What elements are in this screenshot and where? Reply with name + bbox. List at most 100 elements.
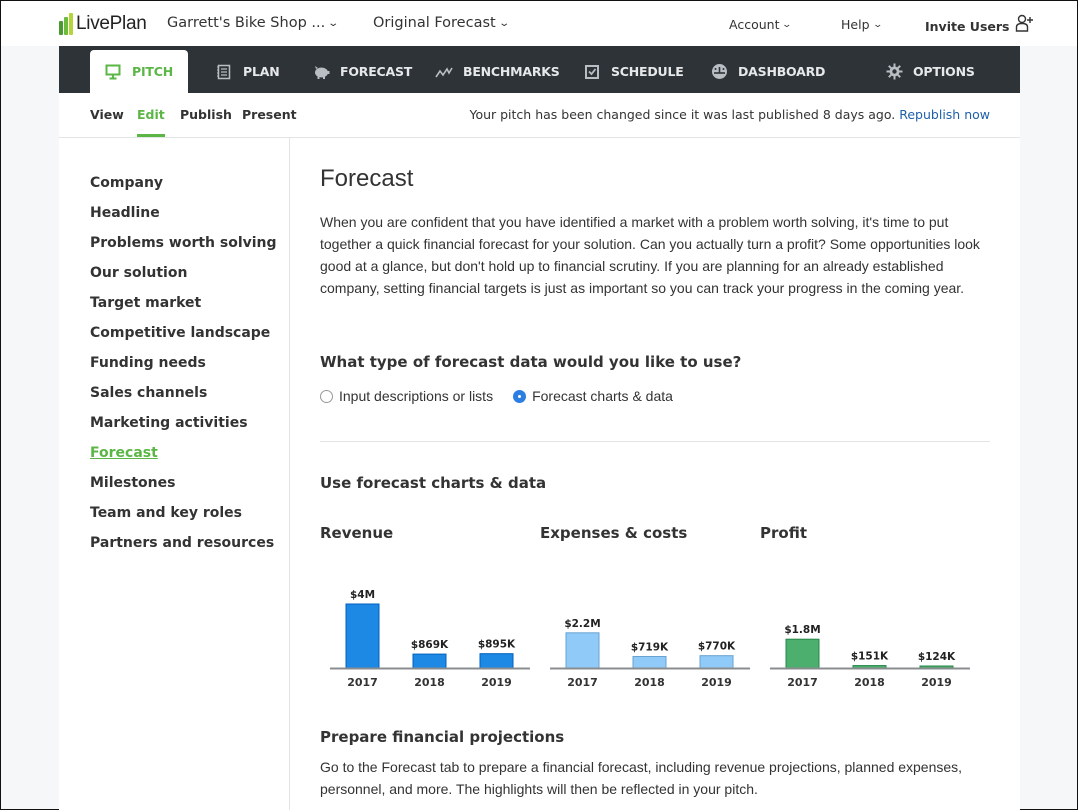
- x-tick-label: 2017: [787, 676, 818, 689]
- account-menu[interactable]: Account ⌄: [729, 17, 793, 32]
- nav-tab-schedule[interactable]: SCHEDULE: [583, 50, 684, 93]
- gauge-icon: [710, 63, 728, 81]
- nav-tab-label: PLAN: [243, 64, 280, 79]
- radio-forecast-charts[interactable]: [513, 389, 527, 403]
- x-tick-label: 2018: [414, 676, 445, 689]
- page-title: Forecast: [320, 165, 414, 192]
- radio-label[interactable]: Forecast charts & data: [532, 388, 673, 404]
- nav-tab-pitch[interactable]: PITCH: [90, 50, 188, 93]
- x-tick-label: 2018: [634, 676, 665, 689]
- bar-chart-svg: $1.8M 2017 $151K 2018 $124K 2019: [770, 624, 970, 689]
- nav-tab-label: BENCHMARKS: [463, 64, 560, 79]
- sidebar-item-partners[interactable]: Partners and resources: [90, 535, 274, 551]
- nav-tab-label: SCHEDULE: [611, 64, 684, 79]
- sidebar-item-team[interactable]: Team and key roles: [90, 505, 242, 521]
- business-selector[interactable]: Garrett's Bike Shop ... ⌄: [167, 15, 339, 31]
- profit-chart: $1.8M 2017 $151K 2018 $124K 2019: [770, 568, 970, 698]
- bar-2017: [785, 638, 820, 669]
- bar-value-label: $151K: [851, 651, 889, 663]
- chevron-down-icon: ⌄: [781, 19, 793, 30]
- section-divider: [320, 441, 990, 442]
- forecast-type-question: What type of forecast data would you lik…: [320, 353, 742, 371]
- x-tick-label: 2019: [921, 676, 952, 689]
- piggy-bank-icon: [312, 63, 330, 81]
- help-label: Help: [841, 17, 870, 32]
- revenue-chart: $4M 2017 $869K 2018 $895K 2019: [330, 568, 530, 698]
- sidebar-item-sales-channels[interactable]: Sales channels: [90, 385, 207, 401]
- revenue-chart-title: Revenue: [320, 524, 394, 542]
- bar-2019: [699, 655, 734, 669]
- sidebar-item-problems[interactable]: Problems worth solving: [90, 235, 277, 251]
- subtab-present[interactable]: Present: [242, 107, 297, 122]
- charts-section-heading: Use forecast charts & data: [320, 474, 547, 492]
- bar-value-label: $719K: [631, 641, 669, 653]
- main-nav: PITCH PLAN FORECAST BENCHMARKS SCHEDULE …: [59, 46, 1020, 93]
- chevron-down-icon: ⌄: [498, 17, 510, 29]
- sidebar-item-headline[interactable]: Headline: [90, 205, 160, 221]
- nav-tab-benchmarks[interactable]: BENCHMARKS: [435, 50, 560, 93]
- bar-2017: [565, 632, 600, 669]
- nav-tab-plan[interactable]: PLAN: [215, 50, 280, 93]
- chevron-down-icon: ⌄: [871, 19, 883, 30]
- trend-line-icon: [435, 63, 453, 81]
- bar-value-label: $4M: [350, 589, 375, 601]
- radio-input-descriptions[interactable]: [320, 389, 333, 403]
- bar-chart-svg: $4M 2017 $869K 2018 $895K 2019: [330, 589, 530, 689]
- bar-chart-svg: $2.2M 2017 $719K 2018 $770K 2019: [550, 618, 750, 689]
- prepare-heading: Prepare financial projections: [320, 728, 565, 746]
- sidebar-item-forecast[interactable]: Forecast: [90, 445, 158, 461]
- bar-2017: [345, 603, 380, 669]
- forecast-selector[interactable]: Original Forecast ⌄: [373, 15, 510, 31]
- prepare-paragraph: Go to the Forecast tab to prepare a fina…: [320, 759, 963, 797]
- nav-tab-forecast[interactable]: FORECAST: [312, 50, 412, 93]
- expenses-chart-title: Expenses & costs: [540, 524, 688, 542]
- bar-2018: [632, 655, 667, 669]
- x-tick-label: 2017: [347, 676, 378, 689]
- help-menu[interactable]: Help ⌄: [841, 17, 883, 32]
- nav-tab-dashboard[interactable]: DASHBOARD: [710, 50, 825, 93]
- sidebar-item-milestones[interactable]: Milestones: [90, 475, 175, 491]
- republish-now-link[interactable]: Republish now: [899, 107, 990, 122]
- subtab-edit[interactable]: Edit: [137, 107, 165, 137]
- content-area: View Edit Publish Present Your pitch has…: [59, 93, 1020, 810]
- top-bar: LivePlan Garrett's Bike Shop ... ⌄ Origi…: [1, 1, 1077, 46]
- bar-2019: [479, 653, 514, 669]
- x-tick-label: 2017: [567, 676, 598, 689]
- subtab-publish[interactable]: Publish: [180, 107, 232, 122]
- invite-users-button[interactable]: Invite Users: [925, 14, 1035, 36]
- gear-icon: [885, 63, 903, 81]
- monitor-icon: [104, 63, 122, 81]
- nav-tab-label: DASHBOARD: [738, 64, 826, 79]
- bar-value-label: $1.8M: [784, 624, 820, 636]
- logo-mark-icon: [59, 13, 74, 35]
- expenses-chart: $2.2M 2017 $719K 2018 $770K 2019: [550, 568, 750, 698]
- bar-value-label: $770K: [698, 641, 736, 653]
- sidebar-item-funding-needs[interactable]: Funding needs: [90, 355, 206, 371]
- radio-label[interactable]: Input descriptions or lists: [339, 388, 493, 404]
- intro-paragraph: When you are confident that you have ide…: [320, 214, 980, 296]
- invite-users-label: Invite Users: [925, 18, 1010, 34]
- sidebar-item-marketing-activities[interactable]: Marketing activities: [90, 415, 248, 431]
- subtab-view[interactable]: View: [90, 107, 124, 122]
- document-list-icon: [215, 63, 233, 81]
- sidebar-item-solution[interactable]: Our solution: [90, 265, 187, 281]
- logo-text: LivePlan: [76, 13, 147, 34]
- sidebar-item-competitive-landscape[interactable]: Competitive landscape: [90, 325, 270, 341]
- add-user-icon: [1015, 14, 1035, 36]
- account-label: Account: [729, 17, 780, 32]
- liveplan-logo[interactable]: LivePlan: [59, 12, 147, 36]
- pitch-sections-sidebar: Company Headline Problems worth solving …: [59, 138, 290, 810]
- sidebar-item-company[interactable]: Company: [90, 175, 163, 191]
- business-name: Garrett's Bike Shop ...: [167, 15, 326, 31]
- bar-value-label: $869K: [411, 639, 449, 651]
- checkbox-calendar-icon: [583, 63, 601, 81]
- publish-notice: Your pitch has been changed since it was…: [469, 107, 990, 122]
- x-tick-label: 2019: [481, 676, 512, 689]
- x-tick-label: 2018: [854, 676, 885, 689]
- forecast-name: Original Forecast: [373, 15, 496, 31]
- x-tick-label: 2019: [701, 676, 732, 689]
- forecast-type-options: Input descriptions or lists Forecast cha…: [320, 388, 673, 404]
- nav-tab-options[interactable]: OPTIONS: [885, 50, 975, 93]
- nav-tab-label: PITCH: [132, 64, 173, 79]
- sidebar-item-target-market[interactable]: Target market: [90, 295, 201, 311]
